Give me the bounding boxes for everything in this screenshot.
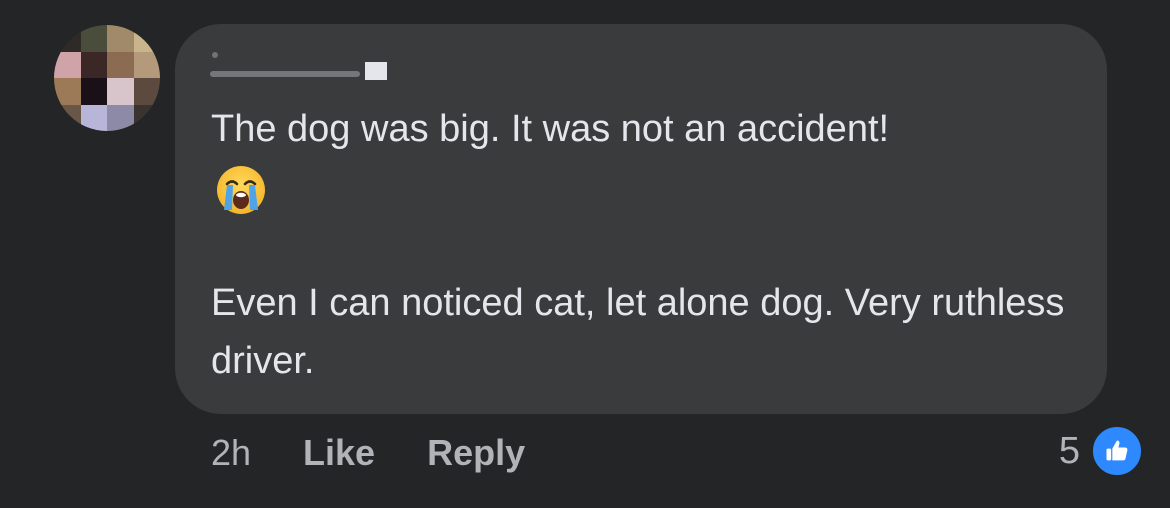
avatar[interactable] (54, 25, 160, 131)
comment-text: The dog was big. It was not an accident!… (211, 100, 1091, 390)
reaction-summary[interactable]: 5 (1058, 424, 1144, 478)
author-name[interactable] (210, 52, 390, 82)
like-reaction-icon (1090, 424, 1144, 478)
comment-line-1: The dog was big. It was not an accident! (211, 108, 890, 150)
comment-actions: 2h Like Reply (211, 430, 577, 476)
timestamp[interactable]: 2h (211, 432, 251, 474)
comment-line-2: Even I can noticed cat, let alone dog. V… (211, 282, 1065, 382)
like-button[interactable]: Like (303, 432, 375, 474)
reaction-count: 5 (1058, 429, 1080, 472)
loudly-crying-face-icon (217, 166, 265, 214)
reply-button[interactable]: Reply (427, 432, 525, 474)
